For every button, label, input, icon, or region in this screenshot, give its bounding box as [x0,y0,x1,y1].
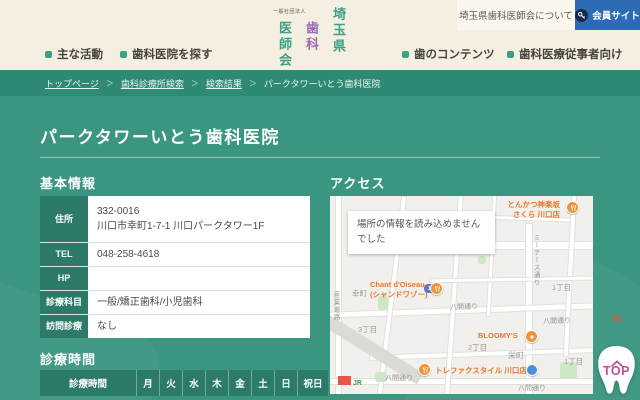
about-association-link[interactable]: 埼玉県歯科医師会について [457,0,575,30]
map-area-label: 1丁目 [552,283,572,292]
hours-col-holiday: 祝日 [298,370,328,396]
map-road-label: 八間通り [449,303,479,312]
logo-text-saitama: 埼玉県 [331,7,346,55]
tel-value: 048-258-4618 [88,243,310,266]
logo-text-shika: 歯科 [304,21,319,53]
about-association-label: 埼玉県歯科医師会について [459,11,573,22]
nav-item-professionals[interactable]: 歯科医療従事者向け [507,46,623,62]
restaurant-marker-icon[interactable] [430,282,443,295]
hours-col-sun: 日 [275,370,298,396]
member-site-label: 会員サイト [592,11,640,22]
map-road [330,378,593,385]
hours-col-label: 診療時間 [40,370,137,396]
hours-col-wed: 水 [183,370,206,396]
row-label: 診療科目 [40,291,88,314]
transit-marker-icon[interactable] [526,364,538,376]
map-road-label: 八間通り [518,385,546,392]
map-error-message: 場所の情報を読み込めませんでした [348,211,495,255]
nav-label: 歯科医療従事者向け [519,49,623,61]
map-edge-label: 杜 [613,314,622,322]
title-divider [40,157,600,158]
map-area-label: 2丁目 [468,343,488,352]
breadcrumb-link-home[interactable]: トップページ [45,77,99,90]
nav-item-find-clinic[interactable]: 歯科医院を探す [120,46,213,62]
map-road-label-vertical: ミーテース通り [532,234,539,287]
map-road-label: 八間通り [542,317,572,326]
hours-col-tue: 火 [160,370,183,396]
poi-label-line: Chant d'Oiseau [370,280,425,289]
home-visit-value: なし [88,315,310,338]
map-station-block [338,376,351,385]
nav-label: 歯のコンテンツ [414,49,495,61]
map-area-label: 幸町 [352,289,367,298]
clinic-detail-page: 埼玉県歯科医師会について 会員サイト 一般社団法人 埼玉県 歯科 医師会 主な活… [0,0,640,400]
key-icon [575,8,589,22]
hours-col-sat: 土 [252,370,275,396]
poi-trefac-label[interactable]: トレファクスタイル 川口店 [435,366,527,376]
back-to-top-button[interactable]: TOP [593,343,640,399]
table-row-tel: TEL 048-258-4618 [40,242,310,266]
basic-info-table: 住所 332-0016 川口市幸町1-7-1 川口パークタワー1F TEL 04… [40,196,310,338]
map-area-label: 3丁目 [358,325,378,334]
nav-item-tooth-contents[interactable]: 歯のコンテンツ [402,46,495,62]
hours-table-header: 診療時間 月 火 水 木 金 土 日 祝日 [40,370,328,396]
hours-col-fri: 金 [229,370,252,396]
square-bullet-icon [507,50,514,58]
row-label: TEL [40,243,88,266]
map-road-label: 八間通り [385,375,413,382]
site-header: 埼玉県歯科医師会について 会員サイト 一般社団法人 埼玉県 歯科 医師会 主な活… [0,0,640,70]
nav-item-activities[interactable]: 主な活動 [45,46,103,62]
map-park [478,256,486,264]
restaurant-marker-icon[interactable] [418,363,431,376]
logo-text-ishikai: 医師会 [277,21,292,69]
hours-heading: 診療時間 [40,352,97,367]
table-row-departments: 診療科目 一般/矯正歯科/小児歯科 [40,290,310,314]
hp-value [88,267,310,290]
access-heading: アクセス [330,176,386,191]
square-bullet-icon [402,50,409,58]
nav-label: 歯科医院を探す [132,49,213,61]
hours-col-mon: 月 [137,370,160,396]
basic-info-heading: 基本情報 [40,176,97,191]
departments-value: 一般/矯正歯科/小児歯科 [88,291,310,314]
square-bullet-icon [45,50,52,58]
breadcrumb-separator: ＞ [105,78,114,88]
breadcrumb-separator: ＞ [190,78,199,88]
poi-chant-doiseau-label[interactable]: Chant d'Oiseau (シャンドワゾー) [370,280,428,300]
hours-col-thu: 木 [206,370,229,396]
address-value: 332-0016 川口市幸町1-7-1 川口パークタワー1F [88,196,310,242]
breadcrumb-link-results[interactable]: 検索結果 [206,77,242,90]
top-button-label: TOP [603,364,630,378]
square-bullet-icon [120,50,127,58]
breadcrumb-current: パークタワーいとう歯科医院 [263,78,381,89]
nav-label: 主な活動 [57,49,103,61]
map-road-label-sangyo: 産業道路 [332,291,339,321]
row-label: HP [40,267,88,290]
row-label: 訪問診療 [40,315,88,338]
restaurant-marker-icon[interactable] [566,201,579,214]
breadcrumb-link-search[interactable]: 歯科診療所検索 [121,77,184,90]
breadcrumb: トップページ ＞ 歯科診療所検索 ＞ 検索結果 ＞ パークタワーいとう歯科医院 [0,70,640,96]
jr-logo: JR [353,380,362,387]
table-row-hp: HP [40,266,310,290]
member-site-button[interactable]: 会員サイト [575,0,640,30]
page-title: パークタワーいとう歯科医院 [40,128,280,147]
poi-label-line: (シャンドワゾー) [370,289,428,299]
row-label: 住所 [40,196,88,242]
shop-marker-icon[interactable] [525,330,538,343]
map-area-label: 1丁目 [564,357,584,366]
google-map-embed[interactable]: JR 幸町 り ミーテース通り 産業道路 1丁目 1丁目 3丁目 2丁目 栄町 … [330,196,593,394]
poi-label-line: さくら 川口店 [512,209,560,219]
poi-bloomys-label[interactable]: BLOOMY'S [478,331,518,341]
site-logo[interactable]: 一般社団法人 埼玉県 歯科 医師会 [272,5,356,69]
table-row-address: 住所 332-0016 川口市幸町1-7-1 川口パークタワー1F [40,196,310,242]
breadcrumb-separator: ＞ [248,78,257,88]
map-area-label: 栄町 [508,351,524,360]
poi-label-line: とんかつ神楽坂 [507,200,561,209]
logo-org-type: 一般社団法人 [273,9,307,15]
table-row-home-visit: 訪問診療 なし [40,314,310,338]
